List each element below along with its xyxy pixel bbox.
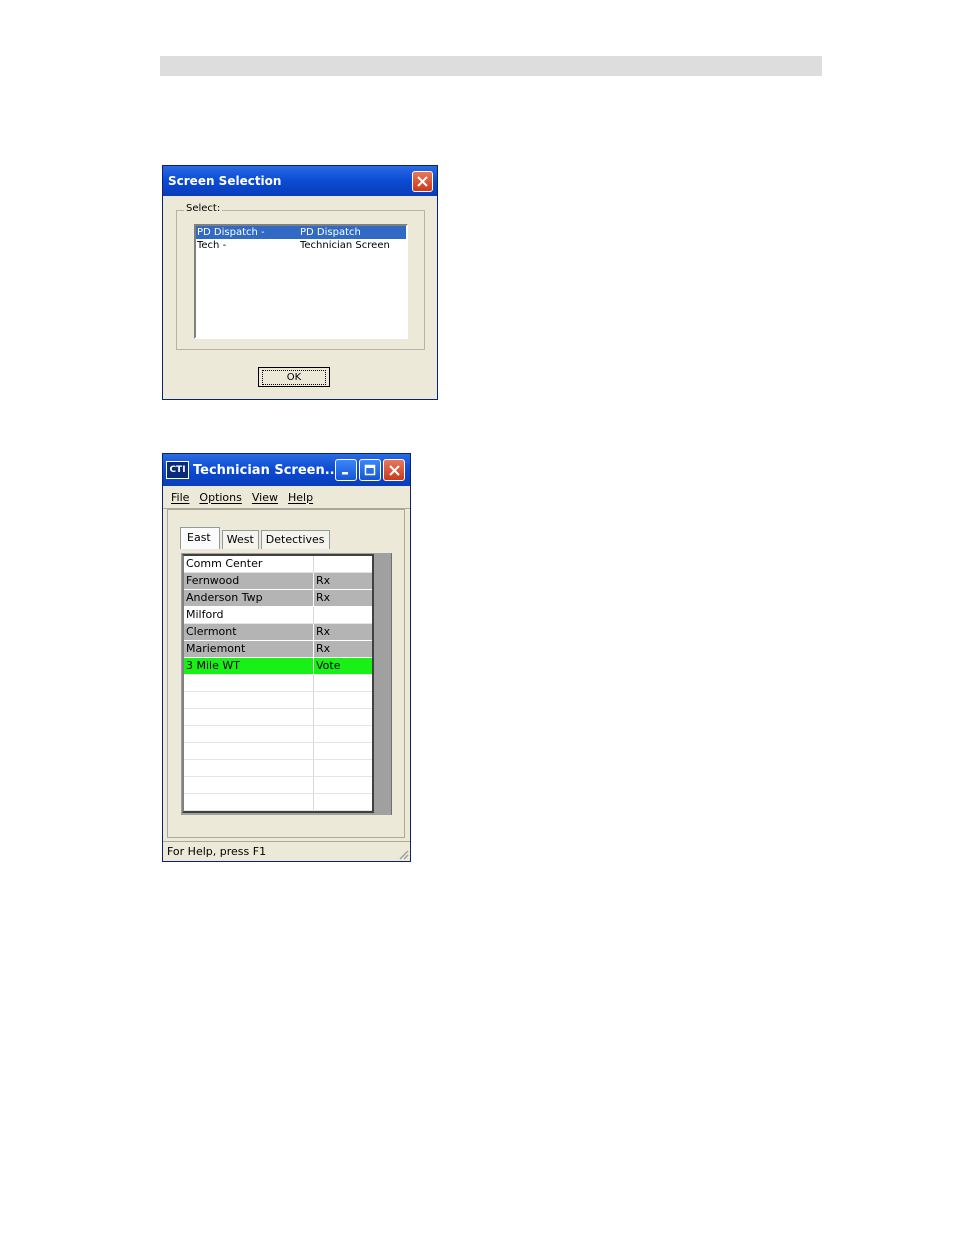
table-row[interactable] bbox=[184, 675, 372, 692]
tab-detectives[interactable]: Detectives bbox=[260, 530, 330, 549]
site-cell bbox=[184, 743, 314, 759]
table-row[interactable] bbox=[184, 777, 372, 794]
list-item[interactable]: PD Dispatch - PD Dispatch bbox=[196, 226, 406, 239]
table-row[interactable]: Anderson Twp Rx bbox=[184, 590, 372, 607]
screen-selection-title: Screen Selection bbox=[168, 174, 282, 188]
site-cell: Anderson Twp bbox=[184, 590, 314, 606]
menu-file[interactable]: File bbox=[171, 491, 189, 504]
status-cell bbox=[314, 794, 372, 810]
site-cell bbox=[184, 726, 314, 742]
technician-titlebar[interactable]: CTI Technician Screen... bbox=[163, 454, 410, 486]
table-row[interactable] bbox=[184, 743, 372, 760]
site-cell: Milford bbox=[184, 607, 314, 623]
table-row[interactable]: 3 Mile WT Vote bbox=[184, 658, 372, 675]
status-text: For Help, press F1 bbox=[167, 845, 267, 858]
site-cell: Fernwood bbox=[184, 573, 314, 589]
minimize-icon bbox=[342, 472, 348, 475]
list-item-name: PD Dispatch - bbox=[197, 227, 265, 238]
site-cell: Mariemont bbox=[184, 641, 314, 657]
list-item[interactable]: Tech - Technician Screen bbox=[196, 239, 406, 252]
table-row[interactable] bbox=[184, 794, 372, 811]
status-cell bbox=[314, 760, 372, 776]
site-cell bbox=[184, 692, 314, 708]
technician-title: Technician Screen... bbox=[193, 462, 340, 478]
app-icon[interactable]: CTI bbox=[166, 461, 189, 479]
close-icon bbox=[388, 464, 400, 476]
status-cell: Rx bbox=[316, 591, 331, 604]
grid-panel: Comm Center Fernwood Rx Anderson Twp Rx Milfo… bbox=[181, 553, 392, 815]
site-grid[interactable]: Comm Center Fernwood Rx Anderson Twp Rx Milfo… bbox=[182, 554, 374, 813]
maximize-button[interactable] bbox=[359, 459, 381, 481]
status-cell bbox=[314, 777, 372, 793]
close-icon bbox=[417, 176, 428, 187]
status-cell bbox=[314, 743, 372, 759]
site-cell bbox=[184, 709, 314, 725]
table-row[interactable]: Clermont Rx bbox=[184, 624, 372, 641]
site-cell: 3 Mile WT bbox=[184, 658, 314, 674]
menu-options[interactable]: Options bbox=[199, 491, 241, 504]
status-cell bbox=[314, 556, 372, 572]
status-bar: For Help, press F1 bbox=[163, 841, 410, 861]
table-row[interactable]: Fernwood Rx bbox=[184, 573, 372, 590]
menu-help[interactable]: Help bbox=[288, 491, 313, 504]
screen-selection-titlebar[interactable]: Screen Selection bbox=[163, 166, 437, 196]
menu-view[interactable]: View bbox=[252, 491, 278, 504]
ok-button[interactable]: OK bbox=[258, 367, 330, 387]
status-cell: Rx bbox=[316, 625, 331, 638]
site-cell bbox=[184, 760, 314, 776]
status-cell bbox=[314, 709, 372, 725]
status-cell bbox=[314, 607, 372, 623]
select-label: Select: bbox=[184, 203, 223, 214]
maximize-icon bbox=[364, 464, 376, 476]
table-row[interactable] bbox=[184, 709, 372, 726]
menu-bar: File Options View Help bbox=[163, 486, 410, 509]
table-row[interactable] bbox=[184, 726, 372, 743]
tab-west[interactable]: West bbox=[221, 530, 259, 549]
status-cell: Rx bbox=[316, 642, 331, 655]
minimize-button[interactable] bbox=[335, 459, 357, 481]
table-row[interactable]: Mariemont Rx bbox=[184, 641, 372, 658]
status-cell bbox=[314, 675, 372, 691]
site-cell: Comm Center bbox=[184, 556, 314, 572]
table-row[interactable]: Milford bbox=[184, 607, 372, 624]
status-cell: Rx bbox=[316, 574, 331, 587]
status-cell bbox=[314, 692, 372, 708]
screen-listbox[interactable]: PD Dispatch - PD Dispatch Tech - Technic… bbox=[194, 224, 408, 339]
status-cell: Vote bbox=[316, 659, 341, 672]
screen-selection-dialog: Screen Selection Select: PD Dispatch - P… bbox=[162, 165, 438, 400]
list-item-description: Technician Screen bbox=[300, 240, 390, 251]
close-button[interactable] bbox=[412, 171, 433, 192]
table-row[interactable]: Comm Center bbox=[184, 556, 372, 573]
list-item-name: Tech - bbox=[197, 240, 227, 251]
select-groupbox: Select: PD Dispatch - PD Dispatch Tech -… bbox=[176, 203, 425, 350]
resize-grip-icon[interactable] bbox=[397, 848, 409, 860]
page-header-bar bbox=[160, 56, 822, 76]
technician-window: CTI Technician Screen... File Options Vi… bbox=[162, 453, 411, 862]
ok-button-label: OK bbox=[262, 369, 326, 385]
tab-strip: East West Detectives bbox=[180, 527, 332, 549]
table-row[interactable] bbox=[184, 692, 372, 709]
status-cell bbox=[314, 726, 372, 742]
site-cell bbox=[184, 675, 314, 691]
site-cell bbox=[184, 777, 314, 793]
list-item-description: PD Dispatch bbox=[300, 227, 361, 238]
tab-east[interactable]: East bbox=[180, 527, 220, 549]
window-buttons bbox=[335, 459, 405, 481]
close-button[interactable] bbox=[383, 459, 405, 481]
site-cell bbox=[184, 794, 314, 810]
table-row[interactable] bbox=[184, 760, 372, 777]
site-cell: Clermont bbox=[184, 624, 314, 640]
